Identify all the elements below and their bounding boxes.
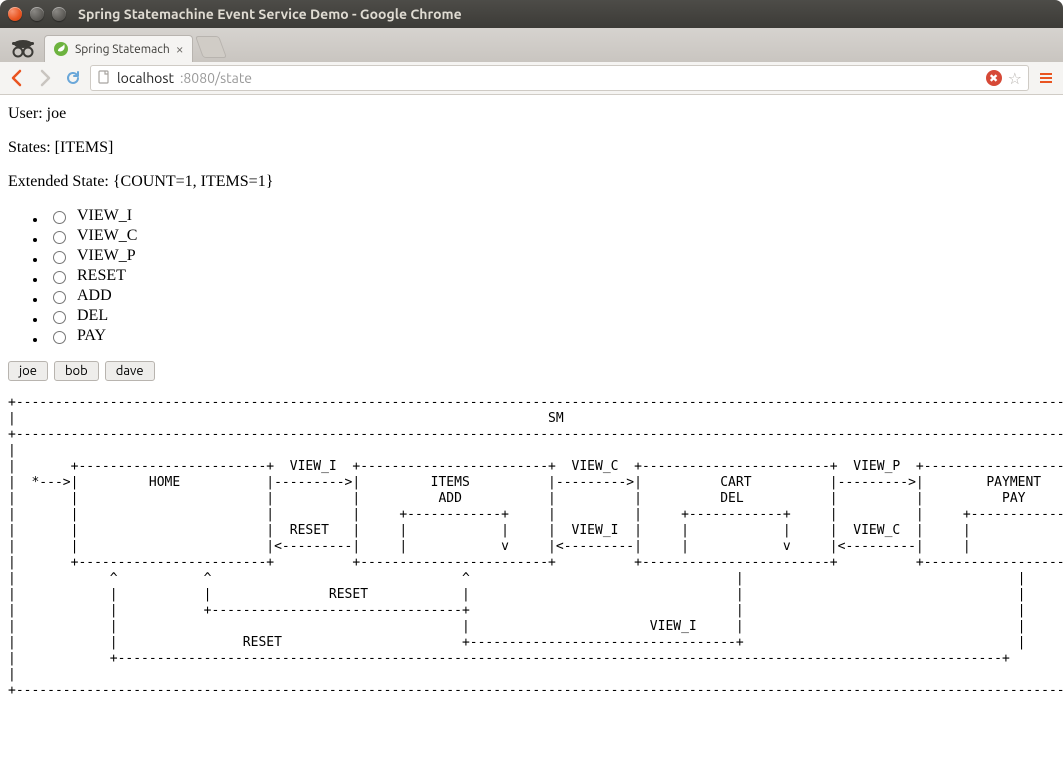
reload-button[interactable] [62,67,84,89]
user-label: User: [8,105,47,122]
event-radio-item: DEL [48,307,1055,325]
window-maximize-button[interactable] [52,7,66,21]
states-label: States: [8,139,55,156]
ext-state-label: Extended State: [8,173,113,190]
browser-toolbar: localhost :8080/state ✖ ☆ [0,62,1063,95]
event-radio-text: VIEW_C [77,227,137,245]
event-radio-label[interactable]: PAY [48,327,1055,345]
event-radio-item: VIEW_I [48,207,1055,225]
event-radio-item: RESET [48,267,1055,285]
event-radio-input[interactable] [53,271,66,284]
event-radio-input[interactable] [53,291,66,304]
window-controls [8,7,66,21]
user-button-bob[interactable]: bob [54,361,99,381]
event-radio-text: RESET [77,267,126,285]
address-port-path: :8080/state [180,70,252,86]
event-radio-item: ADD [48,287,1055,305]
states-value: [ITEMS] [55,139,114,156]
address-bar[interactable]: localhost :8080/state ✖ ☆ [90,65,1029,91]
incognito-icon [6,34,40,62]
states-line: States: [ITEMS] [8,139,1055,157]
browser-tab[interactable]: Spring Statemach × [44,35,193,62]
extended-state-line: Extended State: {COUNT=1, ITEMS=1} [8,173,1055,191]
ext-state-value: {COUNT=1, ITEMS=1} [113,173,274,190]
window-title-bar: Spring Statemachine Event Service Demo -… [0,0,1063,28]
event-radio-text: ADD [77,287,112,305]
event-radio-text: VIEW_I [77,207,132,225]
tab-favicon-spring-icon [53,41,69,57]
event-radio-input[interactable] [53,251,66,264]
bookmark-star-icon[interactable]: ☆ [1008,69,1022,88]
page-icon [97,70,111,87]
event-radio-text: PAY [77,327,106,345]
user-button-joe[interactable]: joe [8,361,48,381]
tab-title: Spring Statemach [75,43,170,56]
user-button-dave[interactable]: dave [105,361,155,381]
event-radio-input[interactable] [53,211,66,224]
back-button[interactable] [6,67,28,89]
event-radio-label[interactable]: ADD [48,287,1055,305]
window-close-button[interactable] [8,7,22,21]
event-radio-list: VIEW_I VIEW_C VIEW_P RESET ADD DEL PAY [8,207,1055,345]
page-content: User: joe States: [ITEMS] Extended State… [0,95,1063,776]
event-radio-label[interactable]: VIEW_C [48,227,1055,245]
event-radio-item: VIEW_P [48,247,1055,265]
chrome-menu-button[interactable] [1035,67,1057,89]
event-radio-text: VIEW_P [77,247,136,265]
event-radio-item: PAY [48,327,1055,345]
user-line: User: joe [8,105,1055,123]
window-minimize-button[interactable] [30,7,44,21]
event-radio-input[interactable] [53,331,66,344]
event-radio-input[interactable] [53,231,66,244]
address-host: localhost [117,70,174,86]
event-radio-text: DEL [77,307,108,325]
user-buttons: joebobdave [8,361,1055,381]
event-radio-label[interactable]: VIEW_I [48,207,1055,225]
browser-window: Spring Statemachine Event Service Demo -… [0,0,1063,776]
blocked-content-icon[interactable]: ✖ [986,70,1002,86]
event-radio-item: VIEW_C [48,227,1055,245]
statemachine-ascii-diagram: +---------------------------------------… [8,395,1055,699]
window-title: Spring Statemachine Event Service Demo -… [72,6,1055,22]
tab-close-icon[interactable]: × [176,42,184,56]
forward-button[interactable] [34,67,56,89]
event-radio-label[interactable]: RESET [48,267,1055,285]
new-tab-button[interactable] [195,36,227,58]
event-radio-input[interactable] [53,311,66,324]
user-value: joe [47,105,67,122]
event-radio-label[interactable]: VIEW_P [48,247,1055,265]
tab-strip: Spring Statemach × [0,28,1063,62]
event-radio-label[interactable]: DEL [48,307,1055,325]
